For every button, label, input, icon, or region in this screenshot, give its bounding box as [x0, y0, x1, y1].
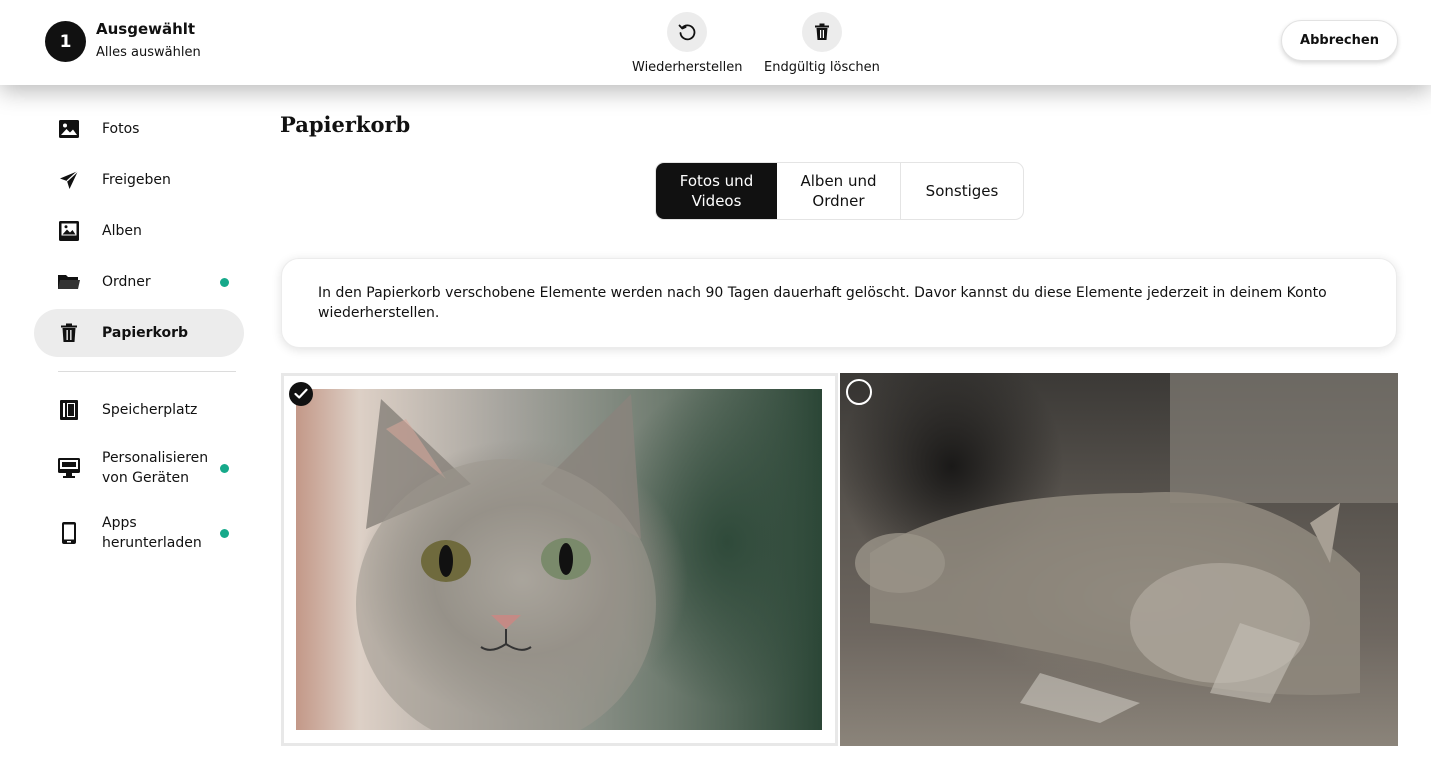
page-title: Papierkorb	[280, 112, 411, 137]
sidebar-item-personalisieren[interactable]: Personalisieren von Geräten	[34, 437, 244, 499]
select-all-link[interactable]: Alles auswählen	[96, 45, 201, 60]
photo-tile-selected[interactable]	[281, 373, 838, 746]
sidebar-item-label: Speicherplatz	[102, 402, 198, 418]
restore-label: Wiederherstellen	[632, 60, 743, 75]
photo-icon	[58, 118, 80, 140]
trash-icon	[801, 12, 842, 52]
sidebar-item-label: Alben	[102, 223, 142, 239]
sidebar-divider	[58, 371, 236, 372]
sidebar-item-label: Fotos	[102, 121, 140, 137]
photo-tile[interactable]	[840, 373, 1398, 746]
checkmark-icon[interactable]	[289, 382, 313, 406]
sidebar-item-fotos[interactable]: Fotos	[34, 105, 244, 153]
notification-dot	[220, 277, 229, 287]
trash-icon	[58, 322, 80, 344]
notification-dot	[220, 528, 229, 538]
select-circle-icon[interactable]	[846, 379, 872, 405]
delete-permanently-button[interactable]: Endgültig löschen	[764, 12, 880, 75]
restore-icon	[667, 12, 708, 52]
sidebar-item-label: Apps herunterladen	[102, 515, 202, 551]
sidebar-item-ordner[interactable]: Ordner	[34, 258, 244, 306]
cancel-button[interactable]: Abbrechen	[1281, 20, 1398, 61]
tab-fotos-und-videos[interactable]: Fotos und Videos	[656, 163, 777, 219]
selection-count-badge: 1	[45, 21, 86, 62]
delete-permanently-label: Endgültig löschen	[764, 60, 880, 75]
storage-icon	[58, 399, 80, 421]
trash-info-notice: In den Papierkorb verschobene Elemente w…	[281, 258, 1397, 348]
sidebar-item-alben[interactable]: Alben	[34, 207, 244, 255]
sidebar-item-label: Ordner	[102, 274, 151, 290]
phone-icon	[58, 522, 80, 544]
sidebar: Fotos Freigeben Alben Ordner Papierkorb …	[34, 105, 244, 567]
sidebar-item-label: Papierkorb	[102, 325, 189, 341]
cat-portrait-image	[296, 389, 822, 730]
trash-tabs: Fotos und Videos Alben und Ordner Sonsti…	[655, 162, 1024, 220]
sidebar-item-label: Freigeben	[102, 172, 171, 188]
tab-sonstiges[interactable]: Sonstiges	[901, 163, 1023, 219]
selection-toolbar: 1 Ausgewählt Alles auswählen Wiederherst…	[0, 0, 1431, 85]
folder-icon	[58, 271, 80, 293]
tab-alben-und-ordner[interactable]: Alben und Ordner	[777, 163, 901, 219]
send-icon	[58, 169, 80, 191]
restore-button[interactable]: Wiederherstellen	[632, 12, 742, 75]
sidebar-item-label: Personalisieren von Geräten	[102, 450, 209, 486]
device-icon	[58, 457, 80, 479]
cat-lying-image	[855, 373, 1398, 723]
sidebar-item-speicherplatz[interactable]: Speicherplatz	[34, 386, 244, 434]
sidebar-item-freigeben[interactable]: Freigeben	[34, 156, 244, 204]
sidebar-item-papierkorb[interactable]: Papierkorb	[34, 309, 244, 357]
notification-dot	[220, 463, 229, 473]
sidebar-item-apps[interactable]: Apps herunterladen	[34, 502, 244, 564]
album-icon	[58, 220, 80, 242]
selection-title: Ausgewählt	[96, 20, 196, 38]
